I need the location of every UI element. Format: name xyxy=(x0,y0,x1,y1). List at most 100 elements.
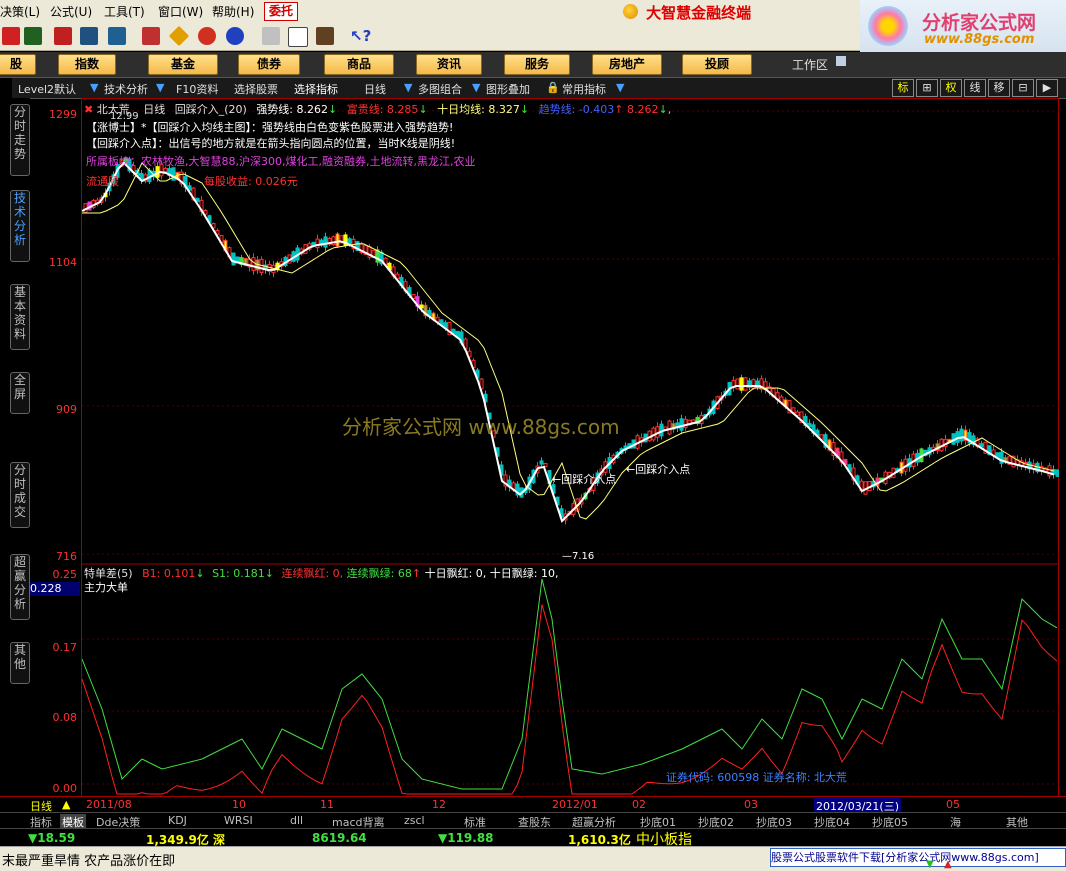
s1-value: S1: 0.181 xyxy=(212,567,265,580)
date-label: 12 xyxy=(432,798,446,811)
dropdown-arrow-icon[interactable]: ▼ xyxy=(472,81,480,94)
chart-toolbar-select-indicator[interactable]: 选择指标 xyxy=(294,81,338,97)
triangle-icon[interactable]: ▲ xyxy=(62,798,70,811)
left-tabs: 分时走势 技术分析 基本资料 全屏 分时成交 超赢分析 其他 xyxy=(0,98,30,798)
grid-button[interactable]: ⊞ xyxy=(916,79,938,97)
news-ticker[interactable]: 末最严重旱情 农产品涨价在即 xyxy=(2,850,175,869)
candle-body xyxy=(735,378,740,390)
chart-toolbar-f10[interactable]: F10资料 xyxy=(176,81,218,97)
indicator-label: 0.08 xyxy=(52,711,78,724)
dropdown-arrow-icon[interactable]: ▼ xyxy=(404,81,412,94)
candle-body xyxy=(335,233,340,247)
stop-icon[interactable] xyxy=(2,27,20,45)
binoculars-icon[interactable] xyxy=(80,27,98,45)
category-index[interactable]: 指数 xyxy=(58,54,116,75)
display-icon[interactable] xyxy=(24,27,42,45)
indicator-label: 0.00 xyxy=(52,782,78,795)
category-bond[interactable]: 债券 xyxy=(238,54,300,75)
indicator-tab[interactable]: KDJ xyxy=(168,814,187,827)
chart-toolbar-tech[interactable]: 技术分析 xyxy=(104,81,148,97)
bar-chart-icon[interactable] xyxy=(54,27,72,45)
books-icon[interactable] xyxy=(316,27,334,45)
price-axis: 1299 1104 909 716 0.25 0.17 0.08 0.00 0.… xyxy=(30,98,82,798)
site-logo-url: www.88gs.com xyxy=(924,32,1035,47)
category-service[interactable]: 服务 xyxy=(504,54,570,75)
candle-body xyxy=(979,443,984,448)
dropdown-arrow-icon[interactable]: ▼ xyxy=(90,81,98,94)
category-advisor[interactable]: 投顾 xyxy=(682,54,752,75)
dropdown-arrow-icon[interactable]: ▼ xyxy=(616,81,624,94)
high-price-label: 12.99 xyxy=(110,111,139,122)
red-circle-icon[interactable] xyxy=(198,27,216,45)
line-button[interactable]: 线 xyxy=(964,79,986,97)
indicator-label: 0.17 xyxy=(52,641,78,654)
lock-icon[interactable]: 🔒 xyxy=(546,81,560,94)
category-news[interactable]: 资讯 xyxy=(416,54,482,75)
chart-toolbar-select-stock[interactable]: 选择股票 xyxy=(234,81,278,97)
speaker-icon[interactable] xyxy=(108,27,126,45)
play-button[interactable]: ▶ xyxy=(1036,79,1058,97)
circulation-label: 流通股 xyxy=(86,175,119,188)
candle-body xyxy=(539,460,544,465)
tab-fullscreen[interactable]: 全屏 xyxy=(10,372,30,414)
menu-decision[interactable]: 决策(L) xyxy=(0,3,40,20)
ten-red: 十日飘红: 0, xyxy=(424,567,487,580)
date-label: 03 xyxy=(744,798,758,811)
kline-chart[interactable]: ✖ 北大荒 日线 回踩介入_(20) 强势线: 8.262↓ 富贵线: 8.28… xyxy=(82,98,1059,798)
date-label: 05 xyxy=(946,798,960,811)
delegate-button[interactable]: 委托 xyxy=(264,2,298,21)
download-banner[interactable]: 股票公式股票软件下载[分析家公式网www.88gs.com] xyxy=(770,848,1066,867)
chart-toolbar-multi[interactable]: 多图组合 xyxy=(418,81,462,97)
menu-tools[interactable]: 工具(T) xyxy=(104,3,145,20)
workarea-dropdown-icon[interactable] xyxy=(836,56,846,66)
trade-icon[interactable] xyxy=(142,27,160,45)
tab-super-analysis[interactable]: 超赢分析 xyxy=(10,554,30,620)
indicator-tab[interactable]: zscl xyxy=(404,814,425,827)
menu-formula[interactable]: 公式(U) xyxy=(50,3,92,20)
help-cursor-icon[interactable]: ↖? xyxy=(350,27,371,45)
site-logo: 分析家公式网 www.88gs.com xyxy=(860,0,1066,52)
sub-chart-subtitle: 主力大单 xyxy=(84,581,128,594)
workarea-label[interactable]: 工作区 xyxy=(792,56,828,73)
menu-window[interactable]: 窗口(W) xyxy=(158,3,203,20)
tab-other[interactable]: 其他 xyxy=(10,642,30,684)
note-1: 【涨博士】*【回踩介入均线主图】：强势线由白色变紫色股票进入强势趋势! xyxy=(86,121,454,134)
candle-body xyxy=(231,252,236,266)
diamond-icon[interactable] xyxy=(168,25,190,47)
date-label: 2011/08 xyxy=(86,798,132,811)
chart-toolbar-common[interactable]: 常用指标 xyxy=(562,81,606,97)
status-bar: 末最严重旱情 农产品涨价在即 股票公式股票软件下载[分析家公式网www.88gs… xyxy=(0,846,1066,871)
date-axis: 日线 ▲ 2011/08 10 11 12 2012/01 02 03 2012… xyxy=(0,796,1066,814)
rights-button[interactable]: 权 xyxy=(940,79,962,97)
candle-body xyxy=(959,428,964,442)
category-stock[interactable]: 股 xyxy=(0,54,36,75)
indicator-tab[interactable]: dll xyxy=(290,814,303,827)
layout-button[interactable]: ⊟ xyxy=(1012,79,1034,97)
chart-toolbar-overlay[interactable]: 图形叠加 xyxy=(486,81,530,97)
note-2: 【回踩介入点】：出信号的地方就是在箭头指向圆点的位置，当时K线是阴线! xyxy=(86,137,456,150)
category-commodity[interactable]: 商品 xyxy=(324,54,394,75)
menu-help[interactable]: 帮助(H) xyxy=(212,3,254,20)
mark-button[interactable]: 标 xyxy=(892,79,914,97)
close-icon[interactable]: ✖ xyxy=(84,103,93,116)
category-fund[interactable]: 基金 xyxy=(148,54,218,75)
chart-toolbar-level2[interactable]: Level2默认 xyxy=(18,81,76,97)
window-icon[interactable] xyxy=(288,27,308,47)
tab-intraday[interactable]: 分时走势 xyxy=(10,104,30,176)
trend-value: 8.262 xyxy=(626,103,659,116)
clipboard-icon[interactable] xyxy=(262,27,280,45)
tab-trades[interactable]: 分时成交 xyxy=(10,462,30,528)
move-button[interactable]: 移 xyxy=(988,79,1010,97)
tab-technical[interactable]: 技术分析 xyxy=(10,190,30,262)
eps-label: 每股收益: 0.026元 xyxy=(204,175,298,188)
category-real-estate[interactable]: 房地产 xyxy=(592,54,662,75)
candle-body xyxy=(679,418,684,431)
watermark: 分析家公式网 www.88gs.com xyxy=(342,415,620,439)
chart-info-line: ✖ 北大荒 日线 回踩介入_(20) 强势线: 8.262↓ 富贵线: 8.28… xyxy=(84,103,672,116)
price-label: 1104 xyxy=(49,256,77,269)
indicator-tab[interactable]: WRSI xyxy=(224,814,253,827)
tab-fundamentals[interactable]: 基本资料 xyxy=(10,284,30,350)
blue-circle-icon[interactable] xyxy=(226,27,244,45)
dropdown-arrow-icon[interactable]: ▼ xyxy=(156,81,164,94)
chart-toolbar-daily[interactable]: 日线 xyxy=(364,81,386,97)
